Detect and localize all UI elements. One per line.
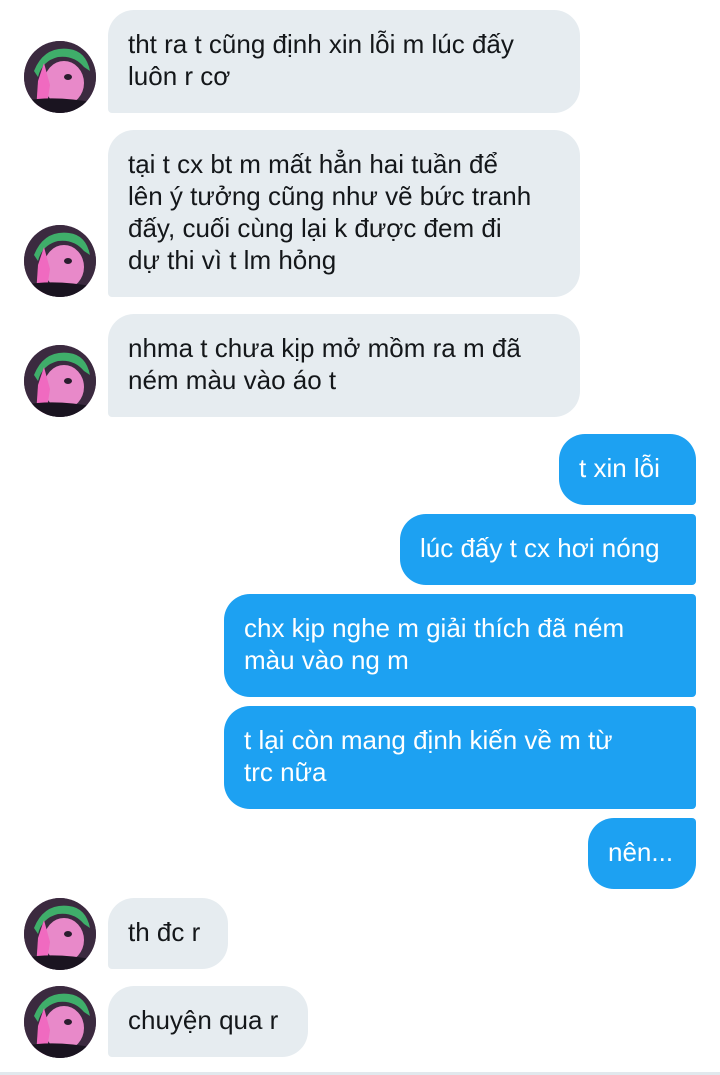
avatar-image: [24, 345, 96, 417]
message-bubble-received[interactable]: chuyện qua r: [108, 986, 308, 1057]
message-text-line: đấy, cuối cùng lại k được đem đi: [128, 213, 502, 243]
message-text-line: th đc r: [128, 917, 201, 947]
message-text-line: chx kịp nghe m giải thích đã ném: [244, 613, 625, 643]
message-text-line: t xin lỗi: [579, 453, 660, 483]
message-text-line: t lại còn mang định kiến về m từ: [244, 725, 613, 755]
avatar-image: [24, 898, 96, 970]
message-text-line: trc nữa: [244, 757, 327, 787]
message-text-line: tại t cx bt m mất hẳn hai tuần để: [128, 149, 498, 179]
message-bubble-sent[interactable]: t lại còn mang định kiến về m từ trc nữa: [224, 706, 696, 809]
message-text-line: lên ý tưởng cũng như vẽ bức tranh: [128, 181, 532, 211]
message-text-line: chuyện qua r: [128, 1005, 279, 1035]
message-bubble-received[interactable]: tại t cx bt m mất hẳn hai tuần để lên ý …: [108, 130, 580, 297]
message-text-line: luôn r cơ: [128, 61, 231, 91]
message-bubble-received[interactable]: th đc r: [108, 898, 228, 969]
message-bubble-sent[interactable]: t xin lỗi: [559, 434, 696, 505]
avatar[interactable]: [24, 986, 96, 1058]
message-text-line: ném màu vào áo t: [128, 365, 337, 395]
message-bubble-sent[interactable]: chx kịp nghe m giải thích đã ném màu vào…: [224, 594, 696, 697]
avatar-image: [24, 225, 96, 297]
message-thread: tht ra t cũng định xin lỗi m lúc đấy luô…: [0, 0, 720, 1075]
message-text-line: tht ra t cũng định xin lỗi m lúc đấy: [128, 29, 514, 59]
avatar[interactable]: [24, 898, 96, 970]
avatar[interactable]: [24, 345, 96, 417]
message-bubble-received[interactable]: nhma t chưa kịp mở mồm ra m đã ném màu v…: [108, 314, 580, 417]
avatar-image: [24, 986, 96, 1058]
message-bubble-received[interactable]: tht ra t cũng định xin lỗi m lúc đấy luô…: [108, 10, 580, 113]
avatar[interactable]: [24, 225, 96, 297]
message-bubble-sent[interactable]: lúc đấy t cx hơi nóng: [400, 514, 696, 585]
message-text-line: nhma t chưa kịp mở mồm ra m đã: [128, 333, 521, 363]
avatar-image: [24, 41, 96, 113]
message-text-line: nên...: [608, 837, 674, 867]
message-text-line: màu vào ng m: [244, 645, 409, 675]
message-text-line: lúc đấy t cx hơi nóng: [420, 533, 660, 563]
message-bubble-sent[interactable]: nên...: [588, 818, 696, 889]
avatar[interactable]: [24, 41, 96, 113]
message-text-line: dự thi vì t lm hỏng: [128, 245, 337, 275]
